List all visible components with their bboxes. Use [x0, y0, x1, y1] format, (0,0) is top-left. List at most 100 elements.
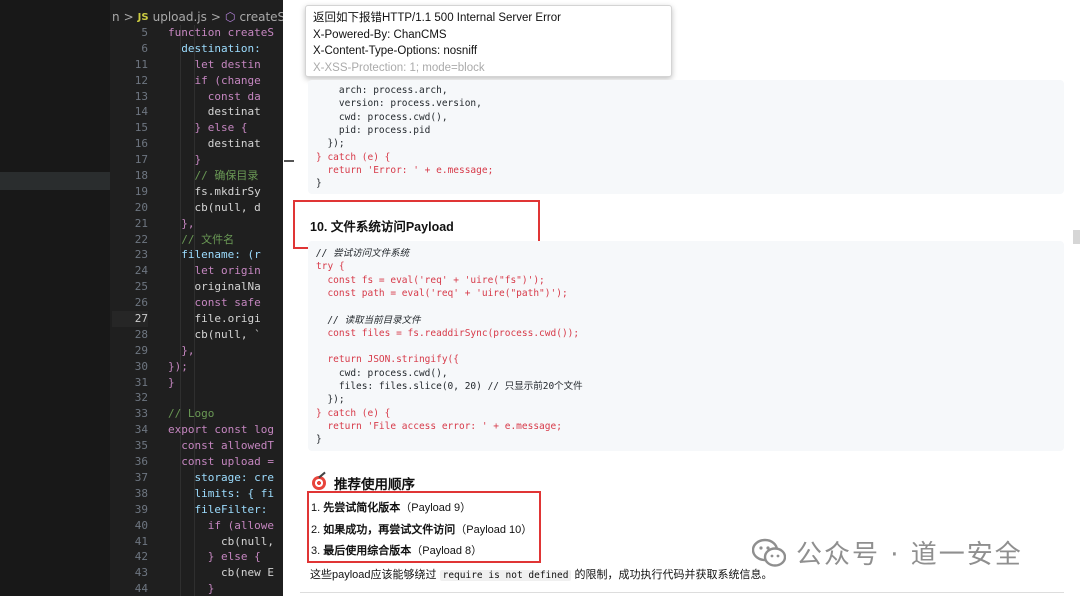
- line-number: 6: [141, 41, 148, 55]
- code-line[interactable]: 19 fs.mkdirSy: [112, 184, 261, 200]
- line-text: // 确保目录: [168, 169, 259, 183]
- code-line: }: [316, 434, 322, 446]
- code-line[interactable]: 25 originalNa: [112, 279, 261, 295]
- code-line: return 'File access error: ' + e.message…: [316, 420, 562, 432]
- line-number: 39: [134, 502, 148, 516]
- code-line: });: [316, 138, 345, 150]
- line-number: 17: [134, 153, 148, 167]
- code-line[interactable]: 16 destinat: [112, 136, 261, 152]
- code-line: } catch (e) {: [316, 151, 391, 163]
- line-text: const allowedT: [168, 439, 274, 453]
- inline-code: require is not defined: [439, 570, 572, 581]
- line-number: 15: [134, 121, 148, 135]
- scrollbar-thumb[interactable]: [1073, 230, 1080, 244]
- line-number: 13: [134, 89, 148, 103]
- code-line[interactable]: 31}: [112, 375, 175, 391]
- code-line[interactable]: 29 },: [112, 343, 195, 359]
- line-text: function createS: [168, 26, 274, 39]
- explorer-selected-row[interactable]: [0, 172, 110, 190]
- line-number: 14: [134, 105, 148, 119]
- scroll-marker: [284, 160, 294, 162]
- line-number: 19: [134, 184, 148, 198]
- line-number: 27: [134, 312, 148, 326]
- code-line[interactable]: 34 export const log: [112, 422, 274, 438]
- code-line[interactable]: 44 }: [112, 581, 215, 596]
- breadcrumb-file[interactable]: upload.js: [153, 10, 207, 24]
- line-text: if (allowe: [168, 518, 274, 532]
- code-line[interactable]: 20 cb(null, d: [112, 200, 261, 216]
- code-line[interactable]: 12 if (change: [112, 73, 261, 89]
- code-line[interactable]: 6 destination:: [112, 41, 260, 57]
- code-line[interactable]: 15 } else {: [112, 120, 248, 136]
- line-text: filename: (r: [168, 248, 261, 262]
- code-line[interactable]: 30});: [112, 359, 188, 375]
- line-number: 16: [134, 137, 148, 151]
- line-text: const safe: [168, 296, 261, 310]
- line-number: 31: [134, 375, 148, 389]
- code-line[interactable]: 35 const allowedT: [112, 438, 274, 454]
- code-line[interactable]: 38 limits: { fi: [112, 486, 274, 502]
- code-line: pid: process.pid: [316, 124, 431, 136]
- tooltip-line: X-XSS-Protection: 1; mode=block: [313, 61, 485, 74]
- code-line[interactable]: 23 filename: (r: [112, 247, 261, 263]
- line-text: file.origi: [168, 312, 261, 326]
- line-text: }: [168, 582, 215, 596]
- code-line[interactable]: 18 // 确保目录: [112, 168, 259, 184]
- code-line: cwd: process.cwd(),: [316, 111, 448, 123]
- line-text: export const log: [168, 423, 274, 437]
- line-text: storage: cre: [168, 470, 274, 484]
- line-number: 44: [134, 582, 148, 596]
- code-line[interactable]: 27 file.origi: [112, 311, 261, 327]
- line-text: const upload =: [168, 455, 274, 469]
- code-line[interactable]: 22 // 文件名: [112, 232, 234, 248]
- line-number: 12: [134, 73, 148, 87]
- line-text: cb(null,: [168, 534, 274, 548]
- code-line[interactable]: 37 storage: cre: [112, 470, 274, 486]
- explorer-sidebar: [0, 0, 110, 596]
- code-line[interactable]: 13 const da: [112, 89, 261, 105]
- line-number: 22: [134, 232, 148, 246]
- code-line[interactable]: 11 let destin: [112, 57, 261, 73]
- code-line[interactable]: 32: [112, 390, 148, 406]
- code-line[interactable]: 40 if (allowe: [112, 518, 274, 534]
- summary-text-part: 的限制，成功执行代码并获取系统信息。: [571, 569, 773, 581]
- code-line[interactable]: 28 cb(null, `: [112, 327, 261, 343]
- code-line[interactable]: 36 const upload =: [112, 454, 274, 470]
- line-number: 18: [134, 169, 148, 183]
- line-text: if (change: [168, 73, 261, 87]
- line-text: destinat: [168, 105, 261, 119]
- breadcrumb-folder[interactable]: n: [112, 10, 120, 24]
- summary-text-part: 这些payload应该能够绕过: [310, 569, 440, 581]
- code-line[interactable]: 26 const safe: [112, 295, 261, 311]
- code-editor[interactable]: n > JS upload.js > ⬡ createStorage 5 func…: [0, 0, 300, 596]
- code-line[interactable]: 43 cb(new E: [112, 565, 274, 581]
- code-lines[interactable]: 5 function createS 6 destination: 11 let de…: [112, 25, 274, 596]
- line-text: }: [168, 153, 202, 167]
- line-number: 28: [134, 327, 148, 341]
- breadcrumb-separator: >: [123, 10, 134, 24]
- response-tooltip: 返回如下报错HTTP/1.1 500 Internal Server Error…: [305, 5, 672, 77]
- line-text: } else {: [168, 550, 261, 564]
- code-line[interactable]: 24 let origin: [112, 263, 261, 279]
- code-line: } catch (e) {: [316, 407, 391, 419]
- line-text: // 文件名: [168, 232, 235, 246]
- code-line[interactable]: 21 },: [112, 216, 195, 232]
- code-line[interactable]: 5 function createS: [112, 25, 274, 41]
- code-line[interactable]: 14 destinat: [112, 104, 261, 120]
- divider: [300, 592, 1064, 593]
- target-icon: [312, 476, 326, 490]
- breadcrumb: n > JS upload.js > ⬡ createStorage: [112, 8, 300, 26]
- line-text: cb(null, `: [168, 327, 261, 341]
- code-block-top: arch: process.arch, version: process.ver…: [308, 80, 1064, 194]
- code-line[interactable]: 41 cb(null,: [112, 534, 274, 550]
- code-line[interactable]: 42 } else {: [112, 549, 261, 565]
- watermark: 公众号 · 道一安全: [752, 534, 1023, 571]
- line-text: limits: { fi: [168, 486, 274, 500]
- code-line: return 'Error: ' + e.message;: [316, 164, 494, 176]
- code-line[interactable]: 33 // Logo: [112, 406, 215, 422]
- tooltip-line: X-Content-Type-Options: nosniff: [313, 45, 478, 57]
- code-line[interactable]: 39 fileFilter:: [112, 502, 268, 518]
- line-number: 38: [134, 486, 148, 500]
- code-line[interactable]: 17 }: [112, 152, 201, 168]
- code-line: cwd: process.cwd(),: [316, 367, 448, 379]
